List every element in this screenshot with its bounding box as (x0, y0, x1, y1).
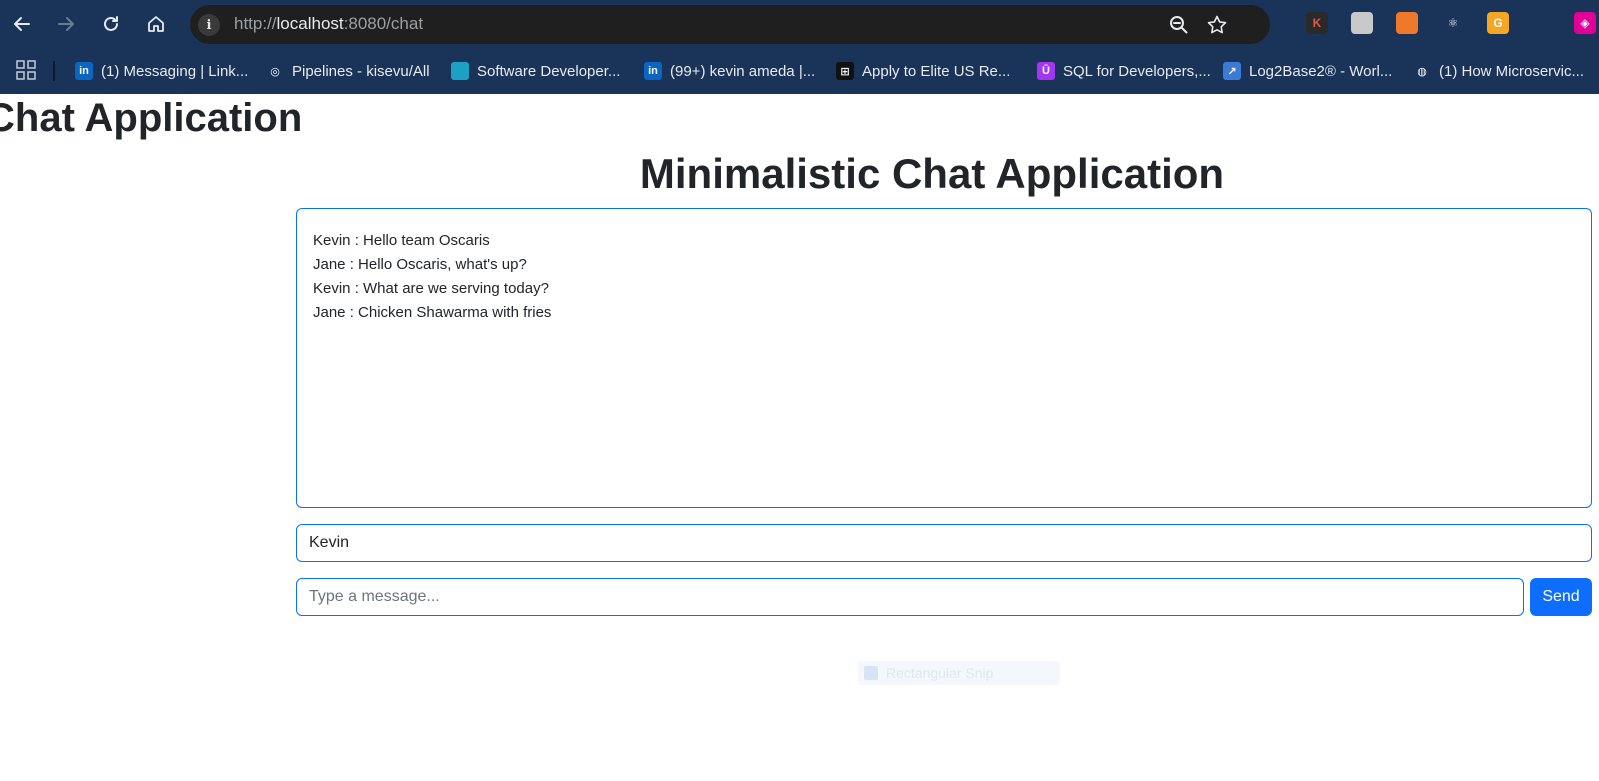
home-icon (148, 16, 164, 32)
chat-message: Kevin : Hello team Oscaris (313, 232, 490, 249)
url-prefix: http:// (234, 14, 277, 33)
orange-extension-icon[interactable] (1396, 12, 1418, 34)
bookmark-label: Apply to Elite US Re... (862, 62, 1011, 80)
chat-message: Kevin : What are we serving today? (313, 280, 549, 297)
dark-site-icon: ⊞ (836, 62, 854, 80)
globe-icon: ◍ (1417, 65, 1427, 78)
browser-toolbar: i http://localhost:8080/chat K ⚛ G ◈ (0, 0, 1599, 48)
bookmark-item[interactable]: in (1) Messaging | Link... (75, 58, 248, 84)
circle-site-icon (451, 62, 469, 80)
forward-button[interactable] (52, 10, 80, 38)
site-info-icon[interactable]: i (198, 14, 220, 36)
url-text[interactable]: http://localhost:8080/chat (234, 14, 423, 34)
url-path: :8080/chat (343, 14, 424, 33)
bookmark-separator (53, 61, 55, 81)
chat-message: Jane : Hello Oscaris, what's up? (313, 256, 527, 273)
bookmark-item[interactable]: ◎ Pipelines - kisevu/All (266, 58, 430, 84)
bookmark-label: (1) How Microservic... (1439, 62, 1585, 80)
arrow-right-icon (58, 17, 74, 31)
react-extension-icon[interactable]: ⚛ (1442, 12, 1464, 34)
send-button[interactable]: Send (1530, 578, 1592, 616)
g-extension-icon[interactable]: G (1487, 12, 1509, 34)
azure-pipelines-icon: ◎ (270, 65, 280, 78)
address-bar[interactable]: i http://localhost:8080/chat (190, 5, 1270, 44)
bookmark-item[interactable]: ⊞ Apply to Elite US Re... (836, 58, 1010, 84)
puzzle-extension-icon[interactable] (1351, 12, 1373, 34)
udemy-icon: Ū (1037, 62, 1055, 80)
snip-overlay: Rectangular Snip (858, 661, 1060, 685)
bookmark-item[interactable]: ↗ Log2Base2® - Worl... (1223, 58, 1392, 84)
snip-label: Rectangular Snip (886, 665, 994, 681)
k-extension-icon[interactable]: K (1306, 12, 1328, 34)
arrow-left-icon (14, 17, 30, 31)
page-heading-left: Chat Application (0, 96, 303, 140)
linkedin-icon: in (75, 62, 93, 80)
bookmark-item[interactable]: Software Developer... (451, 58, 620, 84)
username-input[interactable] (296, 524, 1592, 562)
home-button[interactable] (142, 10, 170, 38)
bookmark-label: Log2Base2® - Worl... (1249, 62, 1393, 80)
bookmark-item[interactable]: in (99+) kevin ameda |... (644, 58, 815, 84)
bookmark-item[interactable]: ◍ (1) How Microservic... (1413, 58, 1584, 84)
bookmark-label: (99+) kevin ameda |... (670, 62, 816, 80)
bookmark-label: (1) Messaging | Link... (101, 62, 249, 80)
bookmark-item[interactable]: Ū SQL for Developers,... (1037, 58, 1211, 84)
chat-message: Jane : Chicken Shawarma with fries (313, 304, 552, 321)
apps-grid-icon[interactable] (16, 60, 36, 80)
bookmark-label: Software Developer... (477, 62, 621, 80)
bookmark-label: SQL for Developers,... (1063, 62, 1211, 80)
log2base2-icon: ↗ (1223, 62, 1241, 80)
page-title: Minimalistic Chat Application (639, 150, 1225, 197)
bookmark-label: Pipelines - kisevu/All (292, 62, 430, 80)
zoom-icon[interactable] (1168, 14, 1190, 36)
url-host: localhost (276, 14, 344, 33)
back-button[interactable] (8, 10, 36, 38)
message-input[interactable] (296, 578, 1524, 616)
bookmarks-bar: in (1) Messaging | Link... ◎ Pipelines - ki… (0, 48, 1599, 94)
graphql-extension-icon[interactable]: ◈ (1574, 12, 1596, 34)
reload-icon (104, 16, 118, 31)
chat-messages-box[interactable]: Kevin : Hello team Oscaris Jane : Hello O… (296, 208, 1592, 508)
linkedin-icon: in (644, 62, 662, 80)
extensions-puzzle-icon[interactable] (1532, 12, 1554, 34)
star-icon[interactable] (1206, 14, 1228, 36)
snip-icon (864, 666, 878, 680)
reload-button[interactable] (97, 10, 125, 38)
